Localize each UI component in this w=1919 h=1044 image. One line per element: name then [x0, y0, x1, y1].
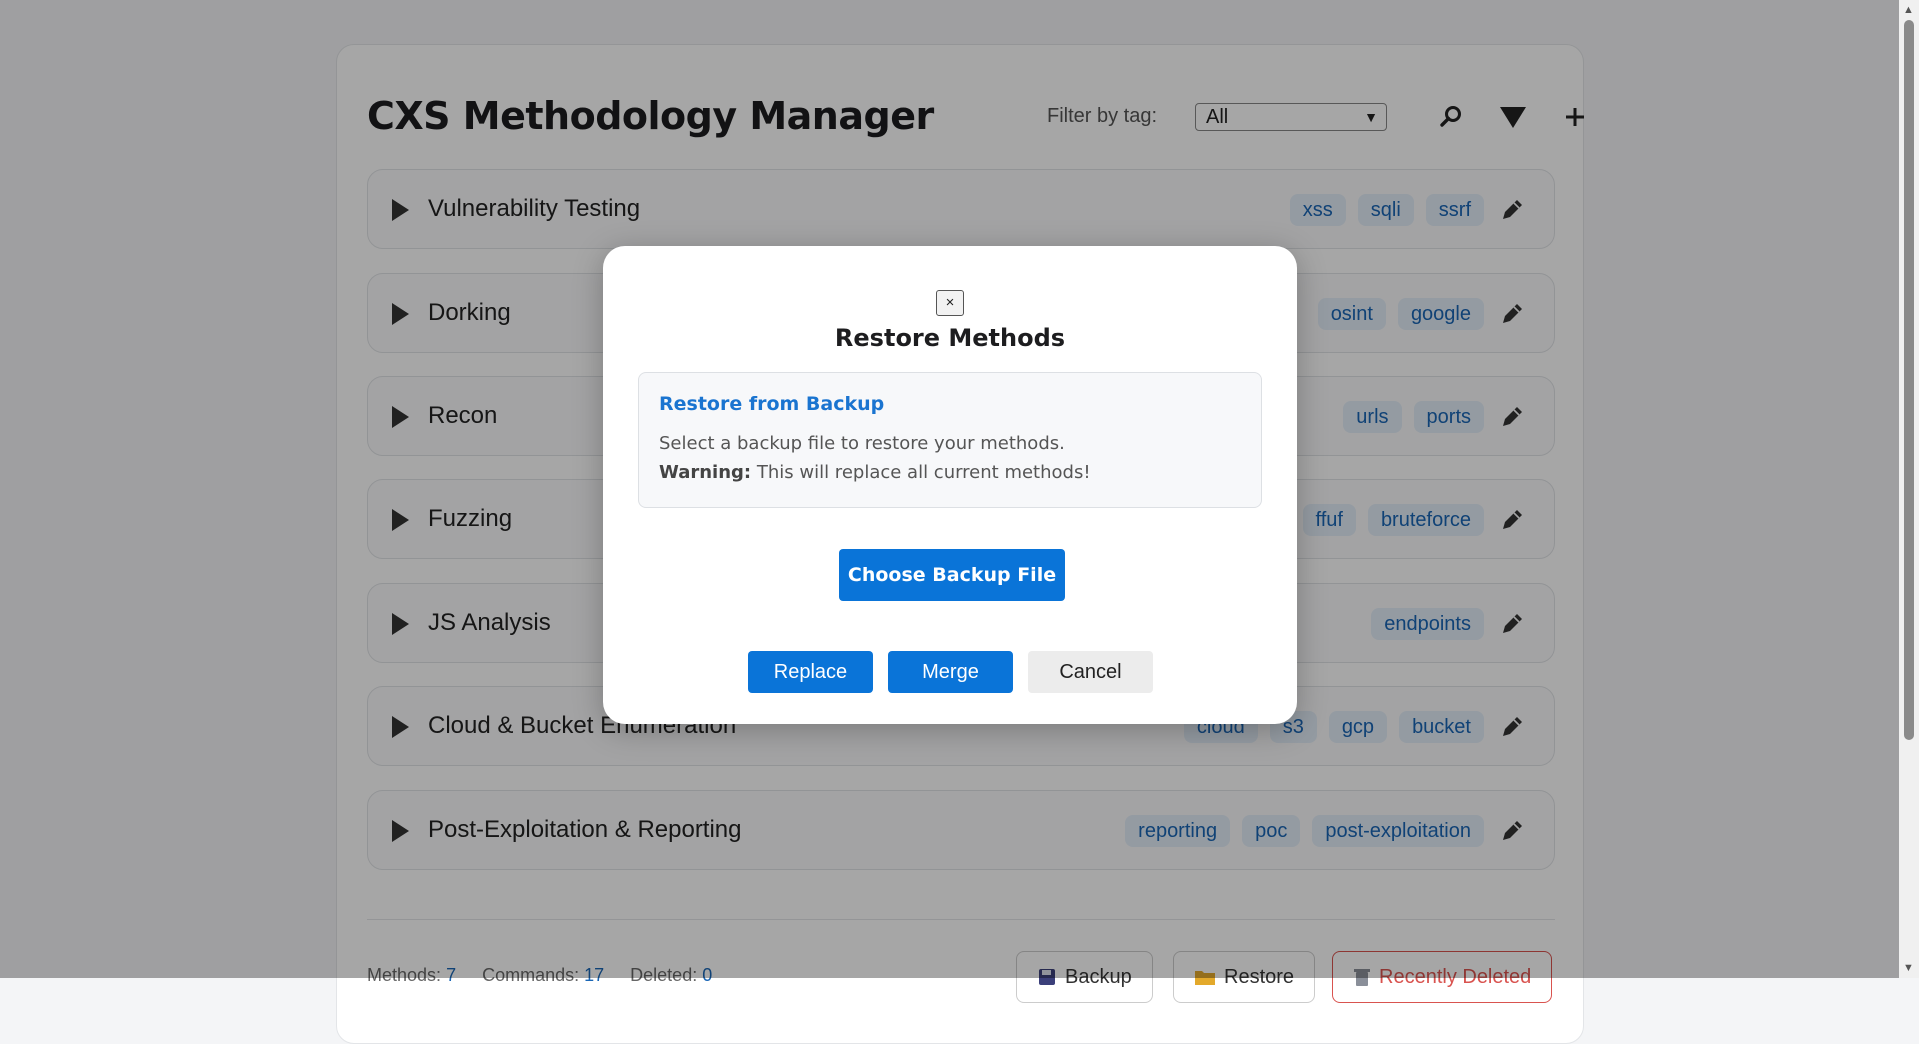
cancel-button[interactable]: Cancel — [1028, 651, 1153, 693]
scrollbar-thumb[interactable] — [1904, 20, 1914, 740]
merge-button[interactable]: Merge — [888, 651, 1013, 693]
restore-info-box: Restore from Backup Select a backup file… — [638, 372, 1262, 508]
choose-backup-file-button[interactable]: Choose Backup File — [839, 549, 1065, 601]
warning-message: This will replace all current methods! — [756, 462, 1091, 483]
replace-button[interactable]: Replace — [748, 651, 873, 693]
scroll-down-icon[interactable]: ▼ — [1903, 962, 1914, 974]
warning-text: Warning: This will replace all current m… — [659, 462, 1091, 483]
scroll-up-icon[interactable]: ▲ — [1903, 4, 1914, 16]
info-text: Select a backup file to restore your met… — [659, 433, 1065, 454]
scrollbar[interactable]: ▲ ▼ — [1899, 0, 1919, 978]
info-heading: Restore from Backup — [659, 393, 885, 415]
warning-label: Warning: — [659, 462, 752, 483]
restore-modal: × Restore Methods Restore from Backup Se… — [603, 246, 1297, 724]
close-button[interactable]: × — [936, 290, 964, 316]
modal-title: Restore Methods — [834, 324, 1066, 352]
